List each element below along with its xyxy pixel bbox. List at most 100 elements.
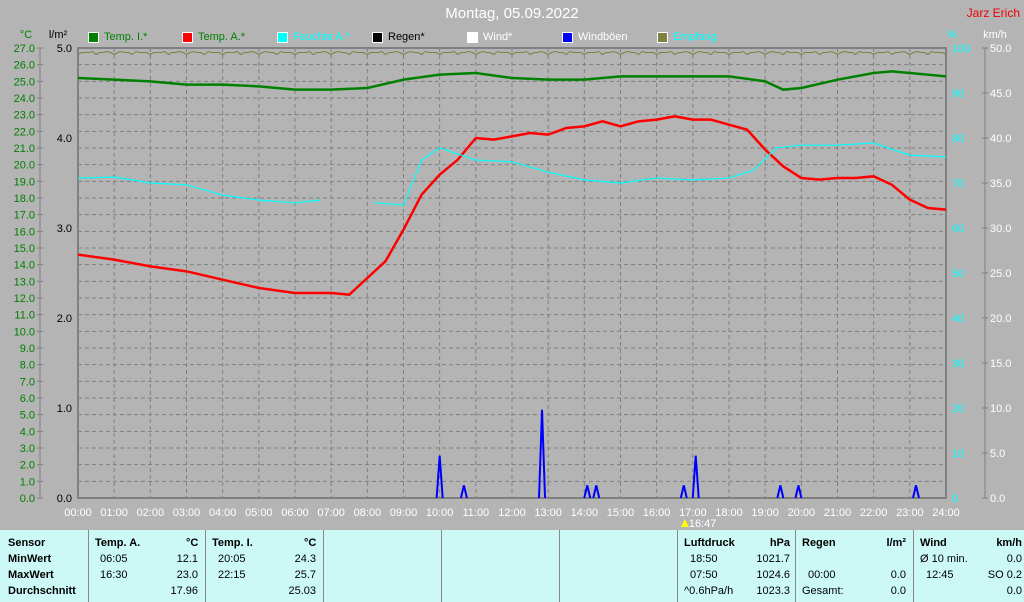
temp-tick-label: 20.0 [14,160,35,172]
windb-en-spike [538,409,547,499]
max-label: MaxWert [8,569,54,581]
temp-tick-label: 19.0 [14,176,35,188]
legend-swatch [562,31,573,43]
windb-en-spike [679,485,688,499]
temp-tick-label: 12.0 [14,293,35,305]
wind-tick-label: 20.0 [990,313,1011,325]
temp-tick-label: 5.0 [20,410,35,422]
rain-unit: l/m² [886,537,906,549]
temp-tick-label: 3.0 [20,443,35,455]
x-tick-label: 19:00 [751,507,779,519]
avg-label: Durchschnitt [8,585,76,597]
windb-en-spike [592,485,601,499]
temp-i-avg: 25.03 [288,585,316,597]
temp-tick-label: 11.0 [14,310,35,322]
sunset-icon [680,519,689,527]
divider [795,530,796,602]
legend-item: Temp. A.* [182,31,245,43]
wind-tick-label: 45.0 [990,88,1011,100]
pressure-r3a: ^0.6hPa/h [684,585,734,597]
temp-tick-label: 7.0 [20,376,35,388]
temp-a-min: 12.1 [176,553,198,565]
temp-a-head: Temp. A. [95,537,141,549]
rain-r2a: 00:00 [808,569,836,581]
statistics-table: Sensor MinWert MaxWert Durchschnitt Temp… [0,530,1024,602]
sensor-label: Sensor [8,537,46,549]
temp-i-unit: °C [304,537,317,549]
x-tick-label: 03:00 [173,507,201,519]
humidity-tick-label: 70 [952,178,964,190]
x-tick-label: 11:00 [462,507,489,519]
legend-label: Temp. I.* [104,31,148,43]
legend-label: Windböen [578,31,628,43]
x-tick-label: 12:00 [498,507,526,519]
feuchte-a-line [374,142,947,206]
legend-item: Feuchte A.* [277,31,350,43]
humidity-tick-label: 100 [952,43,970,55]
legend-swatch [467,31,478,43]
sunset-time: 16:47 [689,518,717,530]
temp-tick-label: 25.0 [14,76,35,88]
divider [323,530,324,602]
windb-en-spike [776,485,785,499]
legend-label: Feuchte A.* [293,31,350,43]
pressure-r1a: 18:50 [690,553,718,565]
temp-tick-label: 21.0 [14,143,35,155]
wind-r2b: SO 0.2 [987,569,1022,581]
pressure-head: Luftdruck [684,537,735,549]
temp-tick-label: 9.0 [20,343,35,355]
temp-tick-label: 4.0 [20,426,35,438]
pressure-r3b: 1023.3 [756,585,790,597]
temp-i-max-time: 22:15 [218,569,246,581]
rain-tick-label: 2.0 [57,313,72,325]
windb-en-spike [583,485,592,499]
rain-tick-label: 5.0 [57,43,72,55]
humidity-tick-label: 60 [952,223,964,235]
temp-i-max: 25.7 [294,569,316,581]
legend-item: Regen* [372,31,425,43]
temp-tick-label: 13.0 [14,276,35,288]
legend-swatch [372,31,383,43]
wind-tick-label: 10.0 [990,403,1011,415]
rain-tick-label: 1.0 [57,403,72,415]
temp-tick-label: 16.0 [14,226,35,238]
humidity-tick-label: 20 [952,403,964,415]
legend-swatch [657,31,668,43]
temp-tick-label: 17.0 [14,210,35,222]
pressure-r2b: 1024.6 [756,569,790,581]
wind-r1b: 0.0 [1006,553,1022,565]
temp-tick-label: 8.0 [20,360,35,372]
x-tick-label: 02:00 [137,507,165,519]
x-tick-label: 20:00 [788,507,816,519]
windb-en-spike [794,485,803,499]
temp-tick-label: 10.0 [14,326,35,338]
humidity-tick-label: 40 [952,313,964,325]
x-tick-label: 06:00 [281,507,309,519]
legend-item: Temp. I.* [88,31,147,43]
divider [441,530,442,602]
x-tick-label: 15:00 [607,507,635,519]
temp-a-max-time: 16:30 [100,569,128,581]
weather-chart: °C l/m²% km/h 27.0 26.0 25.0 24.0 23.0 22.0 21.0 2… [14,29,1012,530]
humidity-tick-label: 90 [952,88,964,100]
wind-tick-label: 15.0 [990,358,1011,370]
temp-i-min-time: 20:05 [218,553,246,565]
rain-tick-label: 0.0 [57,493,72,505]
legend-label: Regen* [388,31,425,43]
x-tick-label: 09:00 [390,507,418,519]
divider [559,530,560,602]
temp-tick-label: 15.0 [14,243,35,255]
temp-tick-label: 2.0 [20,460,35,472]
divider [205,530,206,602]
rain-tick-label: 4.0 [57,133,72,145]
rain-r3a: Gesamt: [802,585,844,597]
temp-tick-label: 27.0 [14,43,35,55]
temp-tick-label: 24.0 [14,93,35,105]
legend-item: Empfang [657,31,717,43]
wind-tick-label: 35.0 [990,178,1011,190]
legend-swatch [182,31,193,43]
rain-unit: l/m² [49,29,68,41]
temp-a-avg: 17.96 [170,585,198,597]
rain-tick-label: 3.0 [57,223,72,235]
wind-tick-label: 40.0 [990,133,1011,145]
